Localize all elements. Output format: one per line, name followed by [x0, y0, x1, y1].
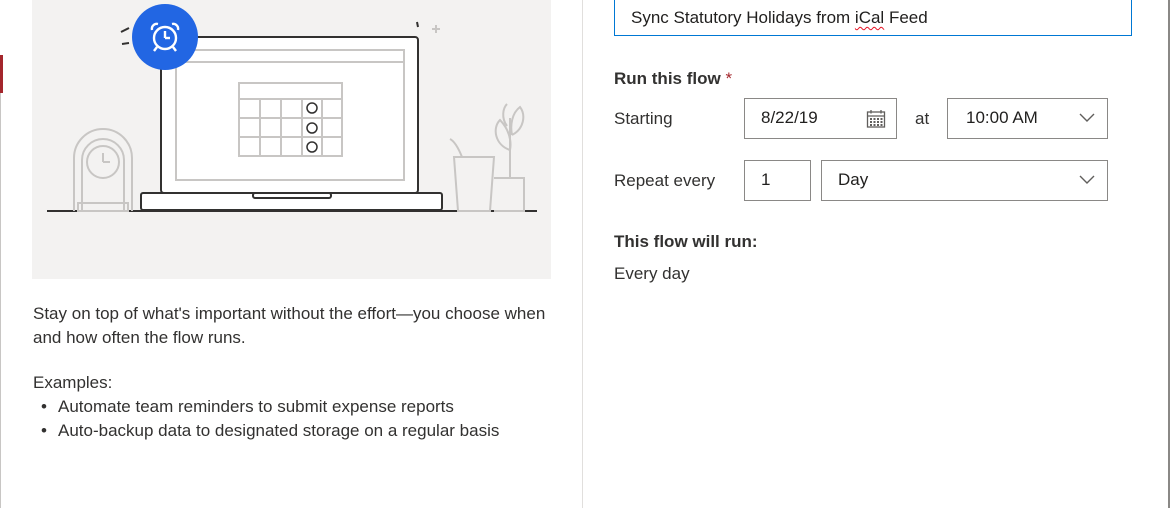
list-item: • Auto-backup data to designated storage …	[41, 421, 500, 440]
interval-value: 1	[761, 170, 771, 189]
flow-name-prefix: Sync Statutory Holidays from	[631, 8, 855, 27]
frequency-dropdown[interactable]: Day	[821, 160, 1108, 201]
frequency-value: Day	[838, 170, 869, 189]
run-label-text: Run this flow	[614, 69, 721, 88]
panel-divider	[582, 0, 583, 508]
interval-input[interactable]: 1	[744, 160, 811, 201]
calendar-icon[interactable]	[866, 109, 886, 129]
flow-name-suffix: Feed	[884, 8, 928, 27]
start-time-dropdown[interactable]: 10:00 AM	[947, 98, 1108, 139]
chevron-down-icon	[1079, 175, 1095, 184]
flow-name-input[interactable]: Sync Statutory Holidays from iCal Feed	[614, 0, 1132, 36]
start-time-value: 10:00 AM	[966, 108, 1038, 127]
examples-list: • Automate team reminders to submit expen…	[33, 395, 499, 443]
example-text: Automate team reminders to submit expens…	[58, 397, 454, 416]
plant-pot	[449, 103, 525, 212]
scheduled-flow-illustration	[32, 0, 551, 279]
left-edge-accent	[0, 55, 3, 93]
start-date-value: 8/22/19	[761, 108, 818, 127]
start-date-picker[interactable]: 8/22/19	[744, 98, 897, 139]
flow-will-run-label: This flow will run:	[614, 232, 758, 251]
laptop-base	[140, 192, 443, 211]
sparkles	[432, 25, 440, 33]
list-item: • Automate team reminders to submit expen…	[41, 397, 454, 416]
flow-description: Stay on top of what's important without …	[33, 304, 546, 347]
repeat-every-label: Repeat every	[614, 171, 716, 190]
flow-name-misspelled-word: iCal	[854, 8, 885, 27]
required-marker: *	[725, 69, 733, 88]
at-label: at	[915, 109, 930, 128]
starting-label: Starting	[614, 109, 673, 128]
desk-clock	[73, 128, 133, 212]
run-summary-text: Every day	[614, 264, 690, 283]
chevron-down-icon	[1079, 113, 1095, 122]
left-edge-line	[0, 93, 1, 508]
example-text: Auto-backup data to designated storage o…	[58, 421, 500, 440]
run-this-flow-label: Run this flow *	[614, 68, 732, 90]
examples-title: Examples:	[33, 373, 113, 392]
illustration-graphic	[47, 4, 537, 212]
